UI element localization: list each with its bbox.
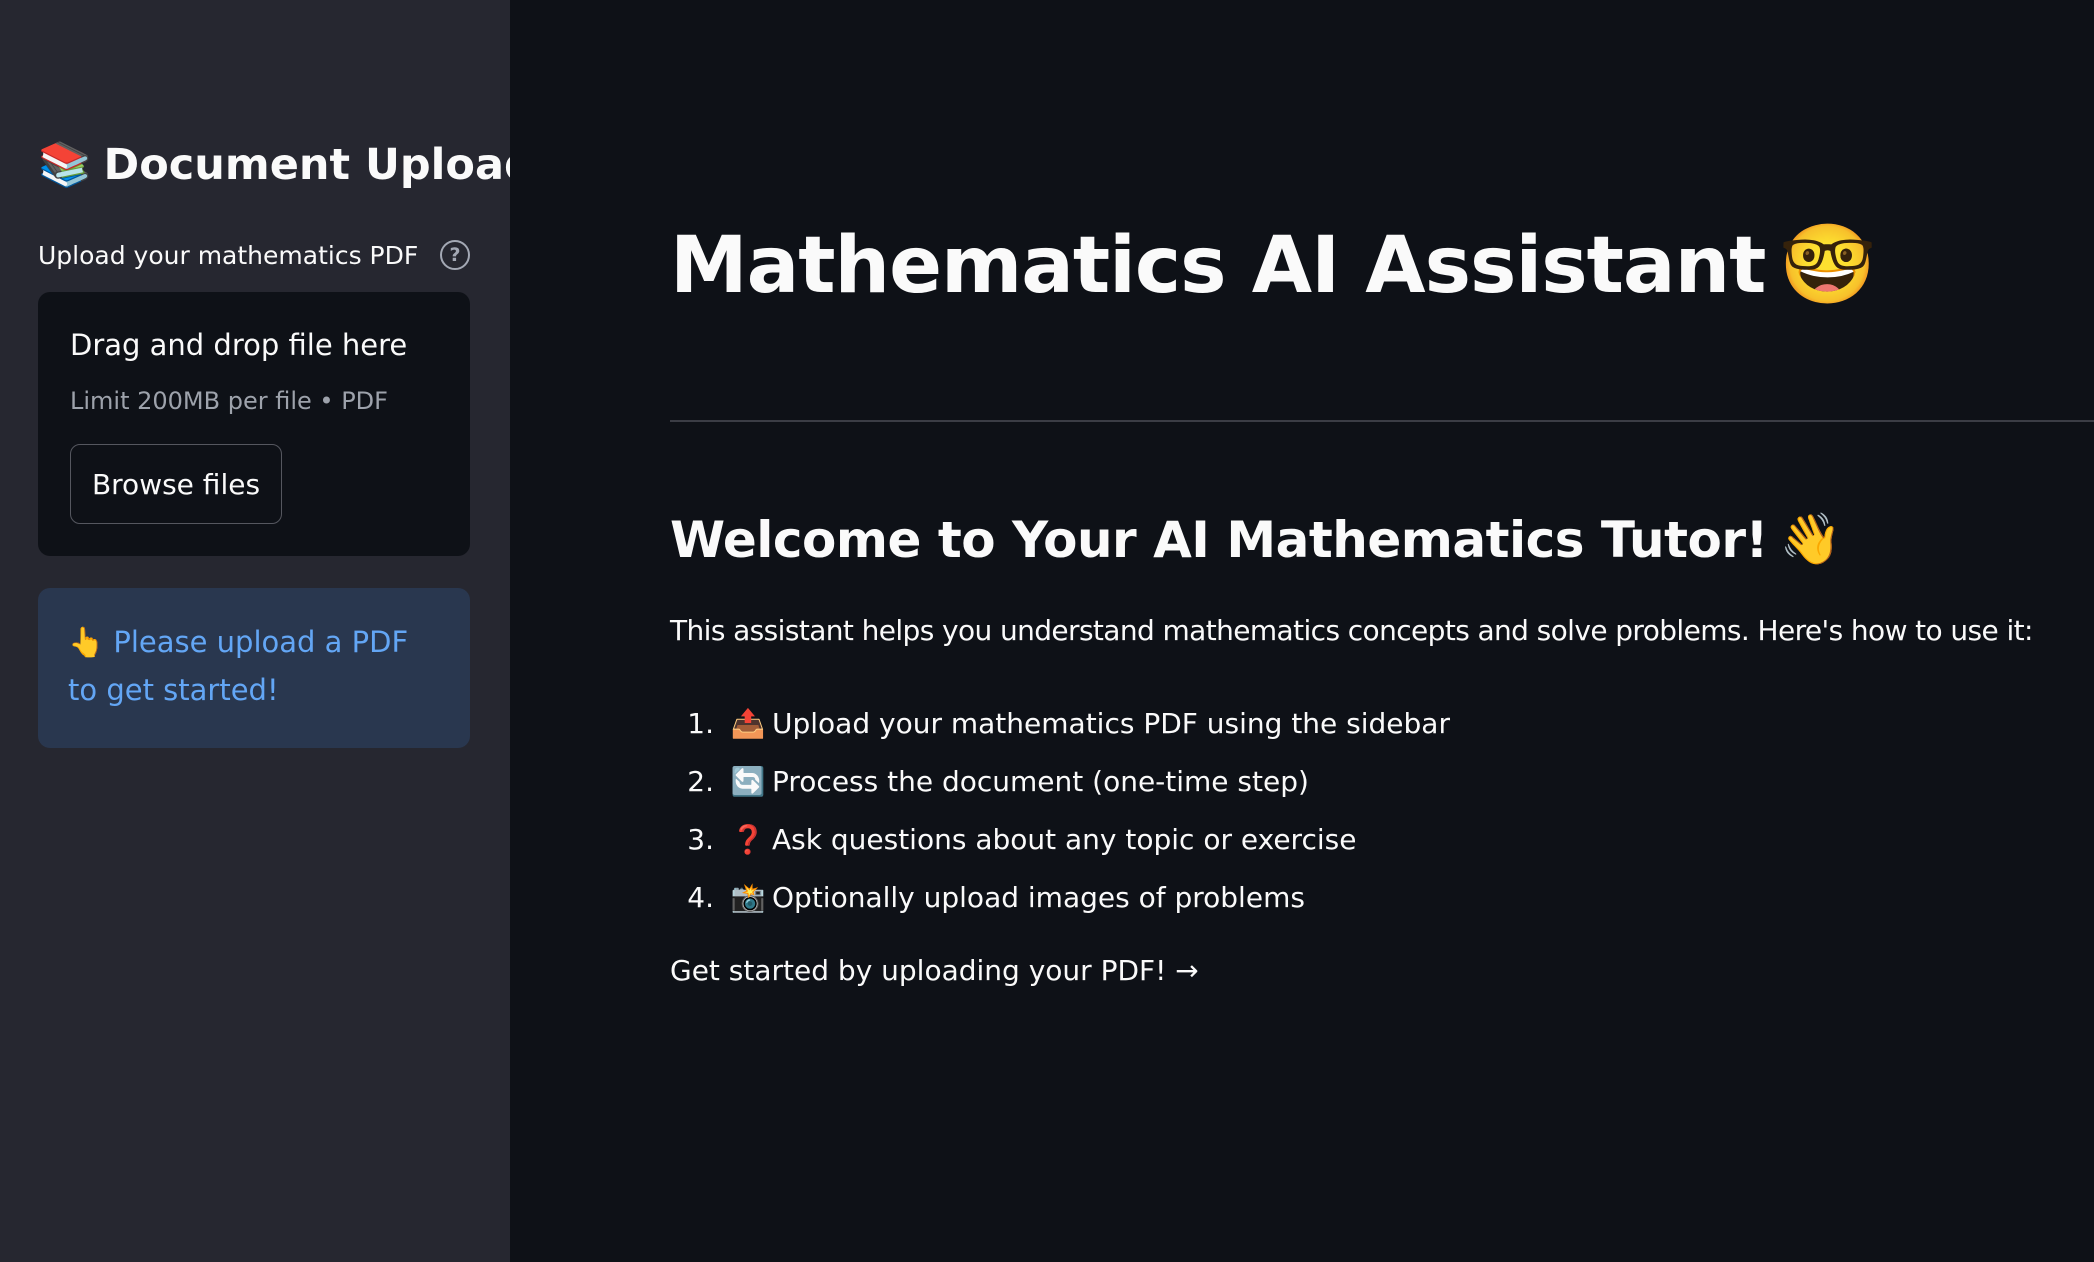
step-text: Optionally upload images of problems bbox=[772, 880, 1305, 914]
pointing-up-icon: 👆 bbox=[68, 625, 105, 659]
step-text: Ask questions about any topic or exercis… bbox=[772, 822, 1357, 856]
steps-list: 1. 📤 Upload your mathematics PDF using t… bbox=[670, 694, 1450, 926]
help-icon[interactable]: ? bbox=[440, 240, 470, 270]
welcome-heading: Welcome to Your AI Mathematics Tutor! 👋 bbox=[670, 510, 1842, 569]
waving-hand-icon: 👋 bbox=[1779, 510, 1842, 568]
dropzone-text: Drag and drop file here bbox=[70, 328, 408, 362]
step-text: Process the document (one-time step) bbox=[772, 764, 1309, 798]
divider bbox=[670, 420, 2094, 422]
step-number: 2. bbox=[687, 764, 714, 798]
main-content: Mathematics AI Assistant 🤓 Welcome to Yo… bbox=[510, 0, 2094, 1262]
sidebar-title-text: Document Upload bbox=[103, 140, 535, 190]
sidebar-title: 📚 Document Upload bbox=[38, 140, 535, 190]
file-dropzone[interactable]: Drag and drop file here Limit 200MB per … bbox=[38, 292, 470, 556]
list-item: 2. 🔄 Process the document (one-time step… bbox=[670, 752, 1450, 810]
info-text: Please upload a PDF to get started! bbox=[68, 625, 409, 707]
step-number: 4. bbox=[687, 880, 714, 914]
nerd-face-icon: 🤓 bbox=[1779, 220, 1876, 310]
uploader-label: Upload your mathematics PDF bbox=[38, 240, 419, 270]
browse-files-button[interactable]: Browse files bbox=[70, 444, 282, 524]
refresh-icon: 🔄 bbox=[730, 764, 766, 798]
get-started-text: Get started by uploading your PDF! → bbox=[670, 954, 1199, 987]
camera-flash-icon: 📸 bbox=[730, 880, 766, 914]
dropzone-limit-text: Limit 200MB per file • PDF bbox=[70, 387, 388, 415]
page-title-text: Mathematics AI Assistant bbox=[670, 220, 1766, 311]
question-mark-icon: ❓ bbox=[730, 822, 766, 856]
page-title: Mathematics AI Assistant 🤓 bbox=[670, 220, 1877, 311]
upload-info-alert: 👆 Please upload a PDF to get started! bbox=[38, 588, 470, 748]
step-number: 1. bbox=[687, 706, 714, 740]
step-text: Upload your mathematics PDF using the si… bbox=[772, 706, 1450, 740]
uploader-label-row: Upload your mathematics PDF ? bbox=[38, 240, 470, 270]
list-item: 3. ❓ Ask questions about any topic or ex… bbox=[670, 810, 1450, 868]
list-item: 4. 📸 Optionally upload images of problem… bbox=[670, 868, 1450, 926]
books-icon: 📚 bbox=[38, 140, 92, 190]
sidebar: 📚 Document Upload Upload your mathematic… bbox=[0, 0, 535, 1262]
app-root: 📚 Document Upload Upload your mathematic… bbox=[0, 0, 2094, 1262]
step-number: 3. bbox=[687, 822, 714, 856]
intro-text: This assistant helps you understand math… bbox=[670, 614, 2033, 647]
list-item: 1. 📤 Upload your mathematics PDF using t… bbox=[670, 694, 1450, 752]
outbox-tray-icon: 📤 bbox=[730, 706, 766, 740]
welcome-heading-text: Welcome to Your AI Mathematics Tutor! bbox=[670, 510, 1768, 569]
